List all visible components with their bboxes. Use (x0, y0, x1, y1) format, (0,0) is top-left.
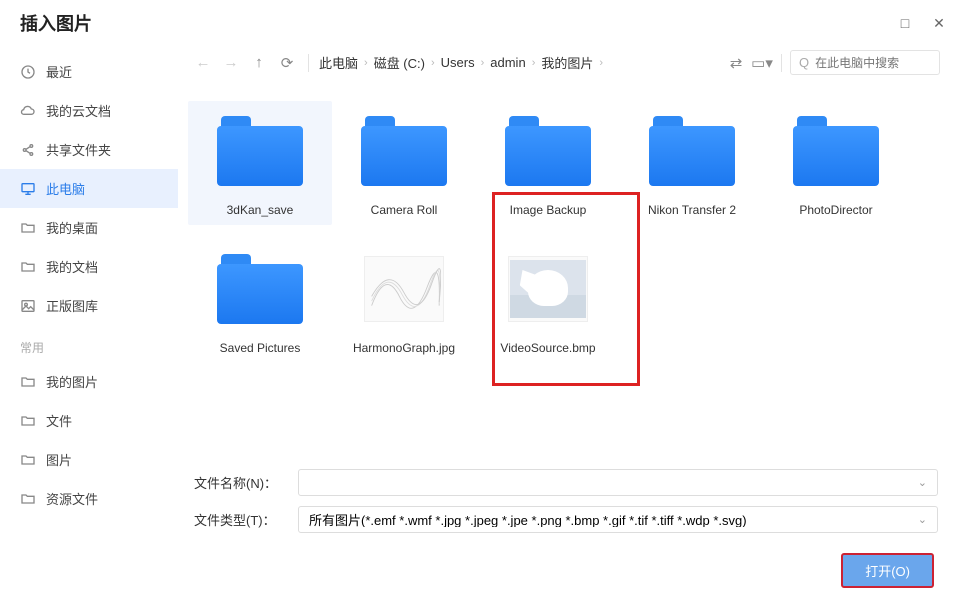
sidebar-item-label: 图片 (46, 450, 72, 469)
filename-input-wrapper[interactable]: ⌄ (298, 469, 938, 496)
filetype-select[interactable]: ⌄ (298, 506, 938, 533)
dialog-title: 插入图片 (20, 10, 92, 36)
sidebar-item-共享文件夹[interactable]: 共享文件夹 (0, 130, 178, 169)
refresh-button[interactable]: ⟳ (276, 52, 298, 74)
sidebar-item-最近[interactable]: 最近 (0, 52, 178, 91)
list-mode-button[interactable]: ⇄ (725, 52, 747, 74)
file-grid: 3dKan_save Camera Roll Image Backup Nikon T… (188, 85, 944, 461)
up-button[interactable]: ↑ (248, 52, 270, 74)
sidebar: 最近我的云文档共享文件夹此电脑我的桌面我的文档正版图库 常用 我的图片文件图片资… (0, 44, 178, 600)
clock-icon (20, 64, 36, 80)
file-label: Image Backup (510, 203, 587, 217)
chevron-right-icon: › (431, 57, 435, 69)
sidebar-item-我的桌面[interactable]: 我的桌面 (0, 208, 178, 247)
toolbar-divider (308, 54, 309, 72)
file-item[interactable]: VideoSource.bmp (476, 239, 620, 363)
sidebar-section-frequent: 常用 (0, 325, 178, 362)
folder-icon (793, 116, 879, 186)
file-label: 3dKan_save (227, 203, 294, 217)
file-label: Camera Roll (371, 203, 438, 217)
folder-icon (505, 116, 591, 186)
sidebar-item-label: 资源文件 (46, 489, 98, 508)
filename-input[interactable] (309, 475, 918, 490)
file-label: HarmonoGraph.jpg (353, 341, 455, 355)
search-icon: Q (799, 55, 809, 70)
folder-icon (217, 116, 303, 186)
view-mode-button[interactable]: ▭▾ (751, 52, 773, 74)
monitor-icon (20, 181, 36, 197)
breadcrumb[interactable]: 此电脑 › 磁盘 (C:) › Users › admin › 我的图片 › (319, 53, 719, 72)
sidebar-item-label: 正版图库 (46, 296, 98, 315)
cloud-icon (20, 103, 36, 119)
folder-icon (217, 254, 303, 324)
file-item[interactable]: Nikon Transfer 2 (620, 101, 764, 225)
image-icon (20, 298, 36, 314)
filetype-label: 文件类型(T)： (194, 510, 284, 529)
toolbar-divider (781, 54, 782, 72)
sidebar-item-正版图库[interactable]: 正版图库 (0, 286, 178, 325)
file-item[interactable]: Camera Roll (332, 101, 476, 225)
search-input[interactable] (815, 56, 931, 70)
breadcrumb-segment[interactable]: admin (490, 55, 525, 70)
file-label: Nikon Transfer 2 (648, 203, 736, 217)
sidebar-item-label: 共享文件夹 (46, 140, 111, 159)
chevron-right-icon: › (599, 57, 603, 69)
sidebar-item-label: 我的文档 (46, 257, 98, 276)
back-button[interactable]: ← (192, 52, 214, 74)
sidebar-item-label: 我的图片 (46, 372, 98, 391)
file-item[interactable]: HarmonoGraph.jpg (332, 239, 476, 363)
open-button[interactable]: 打开(O) (841, 553, 934, 588)
file-item[interactable]: 3dKan_save (188, 101, 332, 225)
file-label: VideoSource.bmp (500, 341, 595, 355)
folder-icon (361, 116, 447, 186)
folder-icon (20, 259, 36, 275)
breadcrumb-segment[interactable]: 此电脑 (319, 53, 358, 72)
sidebar-item-label: 此电脑 (46, 179, 85, 198)
folder-icon (20, 374, 36, 390)
folder-icon (20, 452, 36, 468)
sidebar-item-我的图片[interactable]: 我的图片 (0, 362, 178, 401)
chevron-right-icon: › (481, 57, 485, 69)
sidebar-item-我的云文档[interactable]: 我的云文档 (0, 91, 178, 130)
filetype-value (309, 512, 918, 527)
file-item[interactable]: PhotoDirector (764, 101, 908, 225)
folder-icon (20, 220, 36, 236)
breadcrumb-segment[interactable]: 磁盘 (C:) (374, 53, 425, 72)
chevron-right-icon: › (532, 57, 536, 69)
file-label: Saved Pictures (220, 341, 301, 355)
breadcrumb-segment[interactable]: Users (441, 55, 475, 70)
maximize-button[interactable]: □ (898, 15, 912, 32)
image-thumbnail (364, 256, 444, 322)
image-thumbnail (508, 256, 588, 322)
folder-icon (20, 413, 36, 429)
file-item[interactable]: Saved Pictures (188, 239, 332, 363)
sidebar-item-此电脑[interactable]: 此电脑 (0, 169, 178, 208)
file-label: PhotoDirector (799, 203, 872, 217)
sidebar-item-label: 我的云文档 (46, 101, 111, 120)
close-button[interactable]: ✕ (932, 15, 946, 32)
sidebar-item-label: 文件 (46, 411, 72, 430)
sidebar-item-label: 最近 (46, 62, 72, 81)
folder-icon (20, 491, 36, 507)
filename-label: 文件名称(N)： (194, 473, 284, 492)
sidebar-item-我的文档[interactable]: 我的文档 (0, 247, 178, 286)
sidebar-item-图片[interactable]: 图片 (0, 440, 178, 479)
share-icon (20, 142, 36, 158)
folder-icon (649, 116, 735, 186)
sidebar-item-label: 我的桌面 (46, 218, 98, 237)
chevron-down-icon: ⌄ (918, 476, 927, 489)
file-item[interactable]: Image Backup (476, 101, 620, 225)
forward-button[interactable]: → (220, 52, 242, 74)
breadcrumb-segment[interactable]: 我的图片 (541, 53, 593, 72)
sidebar-item-资源文件[interactable]: 资源文件 (0, 479, 178, 518)
sidebar-item-文件[interactable]: 文件 (0, 401, 178, 440)
chevron-right-icon: › (364, 57, 368, 69)
chevron-down-icon: ⌄ (918, 513, 927, 526)
search-box[interactable]: Q (790, 50, 940, 75)
